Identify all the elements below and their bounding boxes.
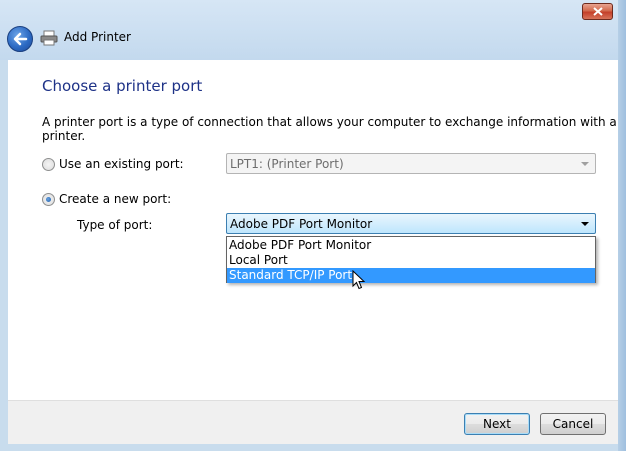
dropdown-option-local-port[interactable]: Local Port bbox=[227, 253, 595, 268]
existing-port-radio[interactable] bbox=[42, 158, 55, 171]
wizard-content: Choose a printer port A printer port is … bbox=[8, 60, 618, 400]
wizard-footer: Next Cancel bbox=[8, 400, 618, 444]
port-type-value: Adobe PDF Port Monitor bbox=[230, 217, 373, 231]
page-heading: Choose a printer port bbox=[42, 77, 203, 95]
window-title: Add Printer bbox=[64, 30, 131, 44]
existing-port-label: Use an existing port: bbox=[59, 157, 184, 171]
port-type-select[interactable]: Adobe PDF Port Monitor bbox=[226, 213, 596, 234]
existing-port-value: LPT1: (Printer Port) bbox=[230, 157, 344, 171]
close-icon bbox=[593, 7, 603, 16]
existing-port-select: LPT1: (Printer Port) bbox=[226, 153, 596, 174]
window-border bbox=[618, 0, 626, 451]
back-button[interactable] bbox=[7, 26, 33, 52]
port-type-dropdown-list: Adobe PDF Port Monitor Local Port Standa… bbox=[226, 236, 596, 283]
dropdown-option-adobe-pdf[interactable]: Adobe PDF Port Monitor bbox=[227, 238, 595, 253]
next-button[interactable]: Next bbox=[464, 413, 530, 435]
chevron-down-icon bbox=[581, 162, 589, 166]
page-description: A printer port is a type of connection t… bbox=[42, 115, 617, 143]
title-bar: Add Printer bbox=[0, 0, 626, 60]
cancel-button[interactable]: Cancel bbox=[540, 413, 606, 435]
mouse-pointer-icon bbox=[352, 270, 366, 290]
port-type-label: Type of port: bbox=[77, 218, 153, 232]
add-printer-window: Add Printer Choose a printer port A prin… bbox=[0, 0, 626, 451]
chevron-down-icon bbox=[581, 222, 589, 226]
new-port-radio[interactable] bbox=[42, 193, 55, 206]
back-arrow-icon bbox=[13, 32, 28, 46]
printer-icon bbox=[40, 30, 58, 46]
dropdown-option-standard-tcp-ip[interactable]: Standard TCP/IP Port bbox=[227, 268, 595, 283]
close-button[interactable] bbox=[582, 3, 613, 20]
new-port-label: Create a new port: bbox=[59, 192, 172, 206]
